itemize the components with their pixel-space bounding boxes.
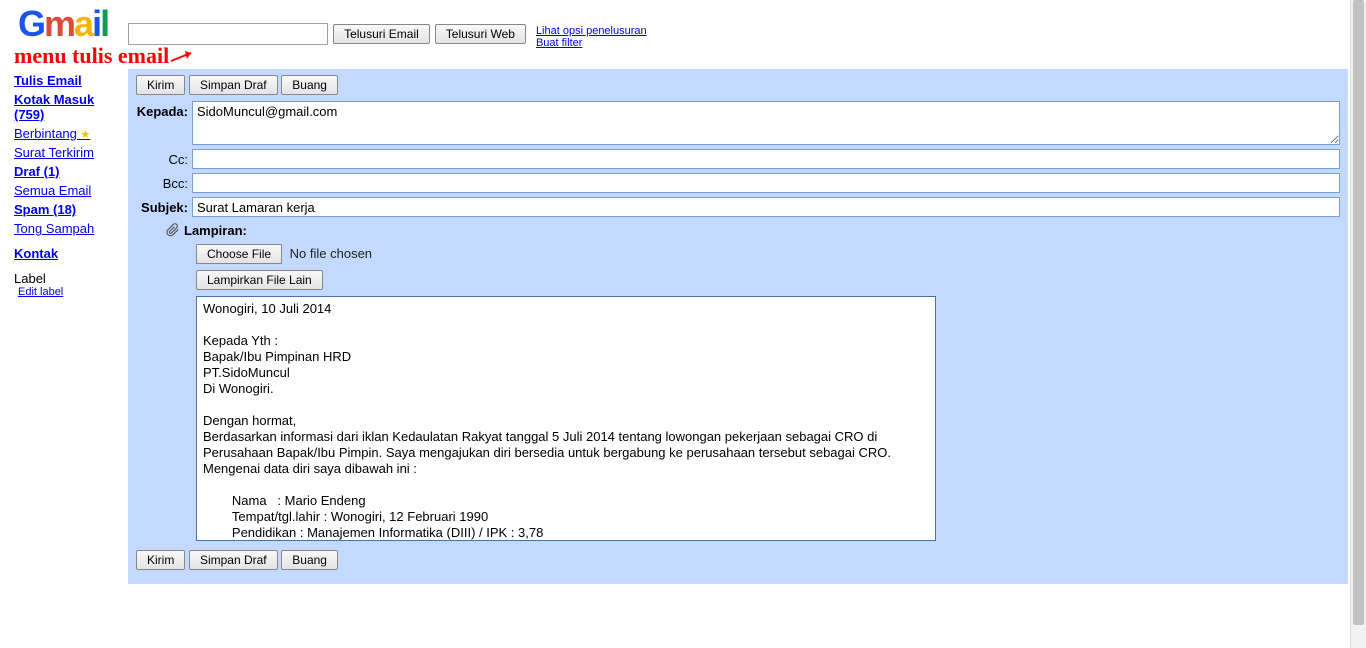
- sidebar: Tulis Email Kotak Masuk (759) Berbintang…: [0, 69, 128, 584]
- sidebar-compose[interactable]: Tulis Email: [14, 73, 122, 88]
- subject-label: Subjek:: [136, 197, 192, 215]
- bcc-row: Bcc:: [136, 173, 1340, 193]
- cc-row: Cc:: [136, 149, 1340, 169]
- subject-row: Subjek:: [136, 197, 1340, 217]
- scrollbar-thumb[interactable]: [1353, 0, 1364, 625]
- cc-field[interactable]: [192, 149, 1340, 169]
- search-bar: Telusuri Email Telusuri Web: [128, 23, 526, 45]
- link-search-options[interactable]: Lihat opsi penelusuran: [536, 25, 647, 37]
- main-area: Tulis Email Kotak Masuk (759) Berbintang…: [0, 69, 1366, 584]
- bcc-field[interactable]: [192, 173, 1340, 193]
- search-input[interactable]: [128, 23, 328, 45]
- choose-file-button[interactable]: Choose File: [196, 244, 282, 264]
- email-body-field[interactable]: [196, 296, 936, 541]
- subject-field[interactable]: [192, 197, 1340, 217]
- window-scrollbar[interactable]: [1350, 0, 1366, 648]
- annotation-label: menu tulis email: [14, 43, 1366, 69]
- compose-panel: Kirim Simpan Draf Buang Kepada: Cc: Bcc:…: [128, 69, 1348, 584]
- sidebar-spam[interactable]: Spam (18): [14, 202, 122, 217]
- no-file-label: No file chosen: [290, 246, 372, 261]
- search-email-button[interactable]: Telusuri Email: [333, 24, 430, 44]
- send-button[interactable]: Kirim: [136, 75, 185, 95]
- attach-label: Lampiran:: [184, 223, 247, 238]
- link-create-filter[interactable]: Buat filter: [536, 37, 647, 49]
- attach-another-button[interactable]: Lampirkan File Lain: [196, 270, 323, 290]
- to-row: Kepada:: [136, 101, 1340, 145]
- send-button-bottom[interactable]: Kirim: [136, 550, 185, 570]
- search-links: Lihat opsi penelusuran Buat filter: [536, 25, 647, 49]
- sidebar-all-mail[interactable]: Semua Email: [14, 183, 122, 198]
- cc-label: Cc:: [136, 149, 192, 167]
- header: Gmail Telusuri Email Telusuri Web Lihat …: [0, 0, 1366, 49]
- sidebar-trash[interactable]: Tong Sampah: [14, 221, 122, 236]
- discard-button[interactable]: Buang: [281, 75, 338, 95]
- sidebar-inbox[interactable]: Kotak Masuk (759): [14, 92, 122, 122]
- bcc-label: Bcc:: [136, 173, 192, 191]
- star-icon: ★: [81, 129, 91, 141]
- sidebar-contacts[interactable]: Kontak: [14, 246, 122, 261]
- search-web-button[interactable]: Telusuri Web: [435, 24, 526, 44]
- sidebar-label-heading: Label: [14, 271, 122, 286]
- save-draft-button-bottom[interactable]: Simpan Draf: [189, 550, 278, 570]
- attach-row: Lampiran:: [166, 221, 1340, 240]
- save-draft-button[interactable]: Simpan Draf: [189, 75, 278, 95]
- to-field[interactable]: [192, 101, 1340, 145]
- bottom-button-row: Kirim Simpan Draf Buang: [136, 550, 1340, 570]
- sidebar-drafts[interactable]: Draf (1): [14, 164, 122, 179]
- sidebar-starred[interactable]: Berbintang ★: [14, 126, 122, 141]
- arrow-icon: [169, 47, 199, 65]
- discard-button-bottom[interactable]: Buang: [281, 550, 338, 570]
- paperclip-icon: [166, 223, 180, 240]
- sidebar-edit-label[interactable]: Edit label: [18, 286, 122, 298]
- top-button-row: Kirim Simpan Draf Buang: [136, 75, 1340, 95]
- sidebar-sent[interactable]: Surat Terkirim: [14, 145, 122, 160]
- gmail-logo: Gmail: [8, 3, 108, 45]
- to-label: Kepada:: [136, 101, 192, 119]
- attach-block: Choose File No file chosen Lampirkan Fil…: [196, 244, 1340, 290]
